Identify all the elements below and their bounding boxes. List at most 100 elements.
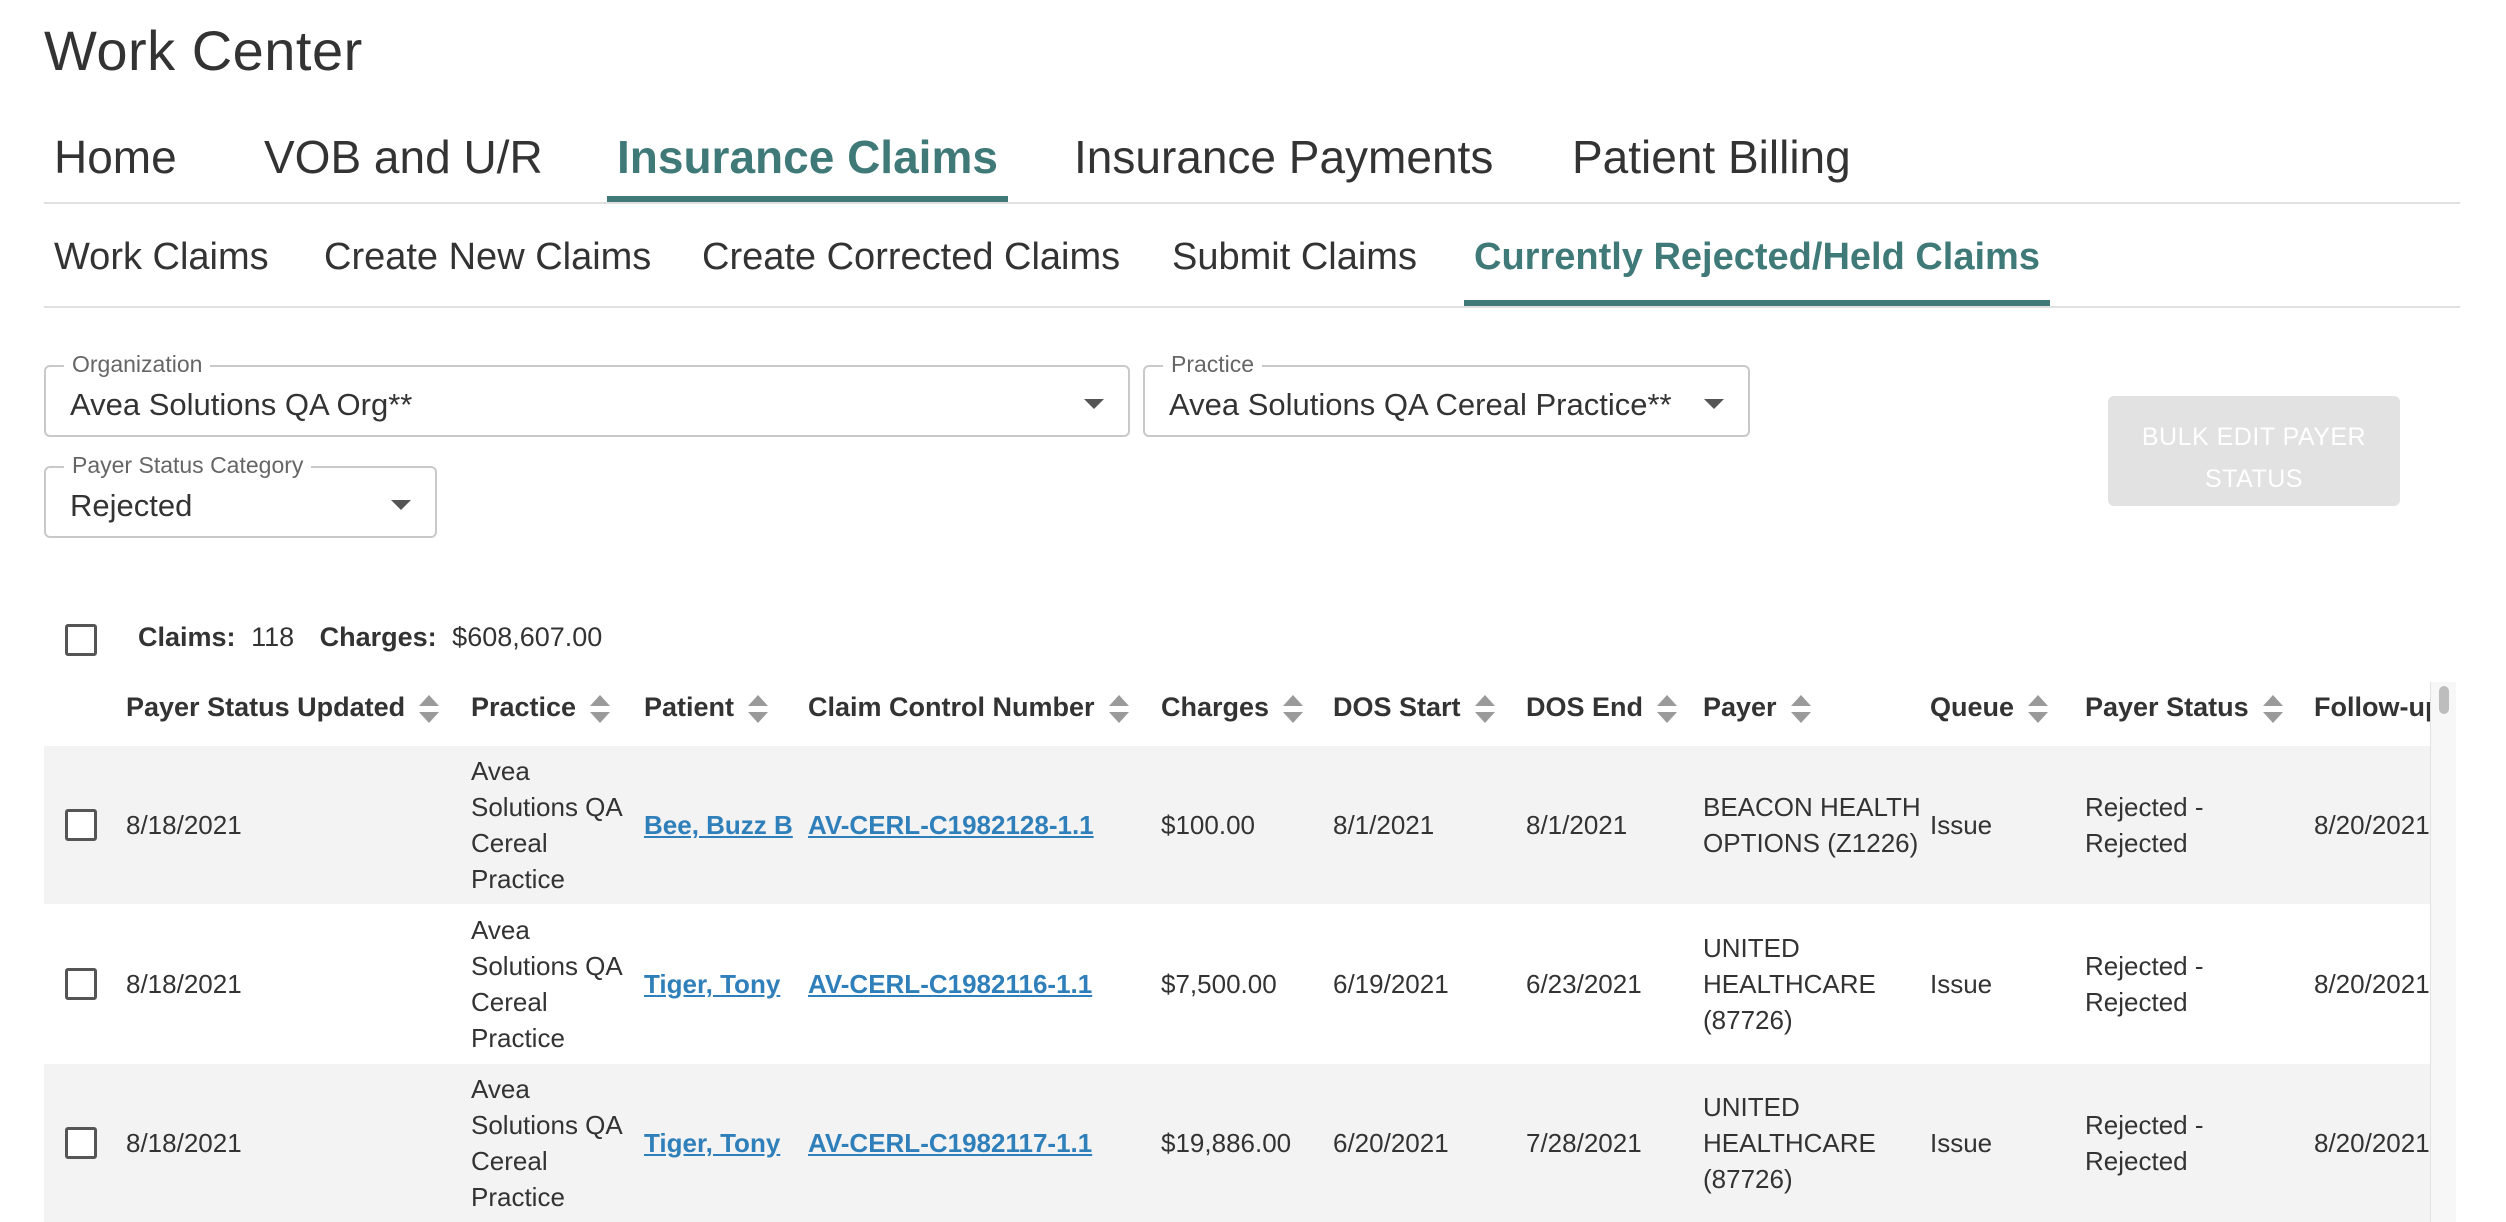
claims-count-value: 118	[251, 622, 295, 652]
cell-queue: Issue	[1930, 969, 1993, 999]
sort-icon	[590, 694, 611, 723]
organization-select[interactable]: Organization Avea Solutions QA Org**	[44, 351, 1130, 437]
cell-follow-up: 8/20/2021	[2314, 1128, 2430, 1158]
cell-practice: Avea Solutions QA Cereal Practice	[471, 1074, 623, 1212]
cell-practice: Avea Solutions QA Cereal Practice	[471, 756, 623, 894]
caret-down-icon	[1704, 399, 1724, 409]
cell-charges: $7,500.00	[1161, 969, 1277, 999]
col-header-queue[interactable]: Queue	[1930, 692, 2049, 723]
cell-practice: Avea Solutions QA Cereal Practice	[471, 915, 623, 1053]
caret-down-icon	[1084, 399, 1104, 409]
row-checkbox[interactable]	[65, 809, 97, 841]
charges-total-value: $608,607.00	[452, 622, 603, 652]
cell-patient: Tiger, Tony	[644, 905, 780, 1063]
cell-follow-up: 8/20/2021	[2314, 969, 2430, 999]
table-row[interactable]: 8/18/2021 Avea Solutions QA Cereal Pract…	[44, 746, 2430, 904]
cell-dos-start: 8/1/2021	[1333, 810, 1435, 840]
claims-count-label: Claims:	[138, 622, 236, 652]
tab-insurance-payments[interactable]: Insurance Payments	[1064, 130, 1503, 202]
claims-table: Payer Status Updated Practice Patient Cl…	[44, 680, 2430, 1222]
scrollbar-thumb[interactable]	[2439, 686, 2449, 714]
tab-vob-ur[interactable]: VOB and U/R	[254, 130, 553, 202]
tab-home[interactable]: Home	[44, 130, 187, 202]
tab-patient-billing[interactable]: Patient Billing	[1562, 130, 1861, 202]
claim-control-number-link[interactable]: AV-CERL-C1982116-1.1	[808, 966, 1092, 1002]
col-header-claim-control-number[interactable]: Claim Control Number	[808, 692, 1129, 723]
subtab-submit-claims[interactable]: Submit Claims	[1162, 236, 1427, 306]
subtab-create-new-claims[interactable]: Create New Claims	[314, 236, 661, 306]
tab-insurance-claims[interactable]: Insurance Claims	[607, 130, 1008, 202]
organization-value: Avea Solutions QA Org**	[70, 387, 413, 422]
cell-claim-control-number: AV-CERL-C1982116-1.1	[808, 905, 1092, 1063]
col-header-follow-up[interactable]: Follow-up	[2314, 692, 2430, 723]
organization-label: Organization	[64, 351, 211, 378]
sort-icon	[2262, 694, 2283, 723]
main-tabs: Home VOB and U/R Insurance Claims Insura…	[44, 120, 2460, 204]
cell-payer: UNITED HEALTHCARE (87726)	[1703, 1092, 1876, 1194]
sort-icon	[1657, 694, 1678, 723]
col-header-payer[interactable]: Payer	[1703, 692, 1811, 723]
cell-payer-status: Rejected - Rejected	[2085, 792, 2204, 858]
subtab-currently-rejected-held-claims[interactable]: Currently Rejected/Held Claims	[1464, 236, 2050, 306]
subtab-work-claims[interactable]: Work Claims	[44, 236, 279, 306]
row-checkbox[interactable]	[65, 968, 97, 1000]
sort-icon	[1283, 694, 1304, 723]
cell-patient: Bee, Buzz B	[644, 746, 793, 904]
col-header-practice[interactable]: Practice	[471, 692, 611, 723]
cell-payer-status: Rejected - Rejected	[2085, 951, 2204, 1017]
col-header-dos-end[interactable]: DOS End	[1526, 692, 1678, 723]
col-header-payer-status-updated[interactable]: Payer Status Updated	[126, 692, 440, 723]
cell-queue: Issue	[1930, 810, 1993, 840]
patient-link[interactable]: Bee, Buzz B	[644, 807, 793, 843]
practice-label: Practice	[1163, 351, 1263, 378]
patient-link[interactable]: Tiger, Tony	[644, 1125, 780, 1161]
bulk-edit-label-line2: STATUS	[2205, 464, 2303, 493]
cell-payer-status-updated: 8/18/2021	[126, 1128, 242, 1158]
caret-down-icon	[391, 500, 411, 510]
sort-icon	[1108, 694, 1129, 723]
cell-queue: Issue	[1930, 1128, 1993, 1158]
cell-charges: $19,886.00	[1161, 1128, 1292, 1158]
bulk-edit-label-line1: BULK EDIT PAYER	[2141, 422, 2367, 451]
col-header-payer-status[interactable]: Payer Status	[2085, 692, 2283, 723]
row-checkbox[interactable]	[65, 1127, 97, 1159]
payer-status-category-label: Payer Status Category	[64, 452, 312, 479]
sort-icon	[2028, 694, 2049, 723]
col-header-patient[interactable]: Patient	[644, 692, 769, 723]
table-row[interactable]: 8/18/2021 Avea Solutions QA Cereal Pract…	[44, 905, 2430, 1063]
practice-select[interactable]: Practice Avea Solutions QA Cereal Practi…	[1143, 351, 1750, 437]
select-all-checkbox[interactable]	[65, 624, 97, 656]
col-header-dos-start[interactable]: DOS Start	[1333, 692, 1495, 723]
cell-dos-end: 8/1/2021	[1526, 810, 1628, 840]
payer-status-category-select[interactable]: Payer Status Category Rejected	[44, 452, 437, 538]
charges-total-label: Charges:	[319, 622, 437, 652]
sort-icon	[748, 694, 769, 723]
table-row[interactable]: 8/18/2021 Avea Solutions QA Cereal Pract…	[44, 1064, 2430, 1222]
cell-payer-status-updated: 8/18/2021	[126, 969, 242, 999]
sub-tabs: Work Claims Create New Claims Create Cor…	[44, 228, 2460, 308]
col-header-charges[interactable]: Charges	[1161, 692, 1304, 723]
subtab-create-corrected-claims[interactable]: Create Corrected Claims	[692, 236, 1130, 306]
cell-follow-up: 8/20/2021	[2314, 810, 2430, 840]
claim-control-number-link[interactable]: AV-CERL-C1982117-1.1	[808, 1125, 1092, 1161]
cell-claim-control-number: AV-CERL-C1982128-1.1	[808, 746, 1094, 904]
cell-dos-end: 6/23/2021	[1526, 969, 1642, 999]
sort-icon	[1474, 694, 1495, 723]
claims-summary: Claims: 118 Charges: $608,607.00	[138, 622, 602, 653]
claim-control-number-link[interactable]: AV-CERL-C1982128-1.1	[808, 807, 1094, 843]
table-scrollbar[interactable]	[2430, 682, 2456, 1222]
bulk-edit-payer-status-button[interactable]: BULK EDIT PAYER STATUS	[2108, 396, 2400, 506]
cell-charges: $100.00	[1161, 810, 1255, 840]
payer-status-category-value: Rejected	[70, 488, 193, 523]
practice-value: Avea Solutions QA Cereal Practice**	[1169, 387, 1672, 422]
patient-link[interactable]: Tiger, Tony	[644, 966, 780, 1002]
cell-payer-status-updated: 8/18/2021	[126, 810, 242, 840]
cell-dos-start: 6/19/2021	[1333, 969, 1449, 999]
cell-dos-start: 6/20/2021	[1333, 1128, 1449, 1158]
cell-dos-end: 7/28/2021	[1526, 1128, 1642, 1158]
sort-icon	[419, 694, 440, 723]
cell-patient: Tiger, Tony	[644, 1064, 780, 1222]
cell-payer: UNITED HEALTHCARE (87726)	[1703, 933, 1876, 1035]
cell-payer-status: Rejected - Rejected	[2085, 1110, 2204, 1176]
app-title: Work Center	[44, 19, 363, 82]
